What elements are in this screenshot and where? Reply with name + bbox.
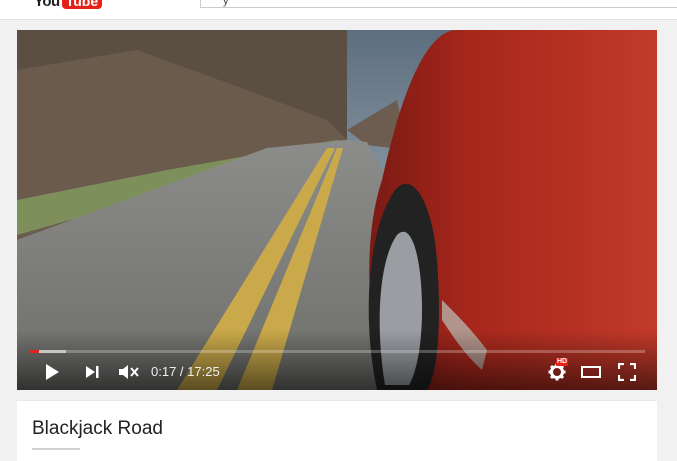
top-bar: You Tube y	[0, 0, 677, 20]
fullscreen-icon	[618, 363, 636, 381]
video-player[interactable]: 0:17 / 17:25 HD	[17, 30, 657, 390]
next-button[interactable]	[81, 359, 103, 385]
settings-button[interactable]: HD	[545, 358, 569, 385]
progress-bar[interactable]	[29, 350, 645, 353]
theater-mode-icon	[581, 366, 601, 378]
play-button[interactable]	[41, 359, 63, 385]
youtube-logo[interactable]: You Tube	[34, 0, 103, 10]
volume-muted-icon	[119, 365, 139, 379]
next-icon	[86, 366, 99, 378]
time-display: 0:17 / 17:25	[151, 364, 220, 379]
fullscreen-button[interactable]	[615, 359, 639, 385]
logo-tube-text: Tube	[61, 0, 103, 9]
mute-button[interactable]	[117, 359, 141, 385]
video-title: Blackjack Road	[32, 418, 163, 439]
play-icon	[46, 364, 59, 380]
theater-mode-button[interactable]	[579, 359, 603, 385]
hd-badge: HD	[556, 358, 569, 366]
logo-you-text: You	[34, 0, 60, 10]
progress-played	[29, 350, 39, 353]
search-input[interactable]: y	[200, 0, 677, 8]
video-info-card: Blackjack Road	[17, 400, 657, 461]
